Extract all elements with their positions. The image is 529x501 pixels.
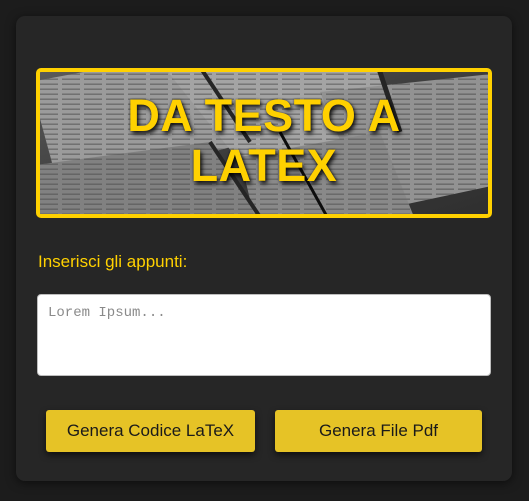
notes-label: Inserisci gli appunti: <box>38 252 188 271</box>
page-title-line-1: DA TESTO A <box>127 90 401 141</box>
generate-latex-button[interactable]: Genera Codice LaTeX <box>46 410 255 452</box>
header-banner: DA TESTO A LATEX <box>36 68 492 218</box>
page-title: DA TESTO A LATEX <box>40 91 488 191</box>
generate-pdf-button[interactable]: Genera File Pdf <box>275 410 482 452</box>
main-card: DA TESTO A LATEX Inserisci gli appunti: … <box>16 16 512 481</box>
notes-textarea[interactable] <box>37 294 491 376</box>
page-title-line-2: LATEX <box>190 140 338 191</box>
